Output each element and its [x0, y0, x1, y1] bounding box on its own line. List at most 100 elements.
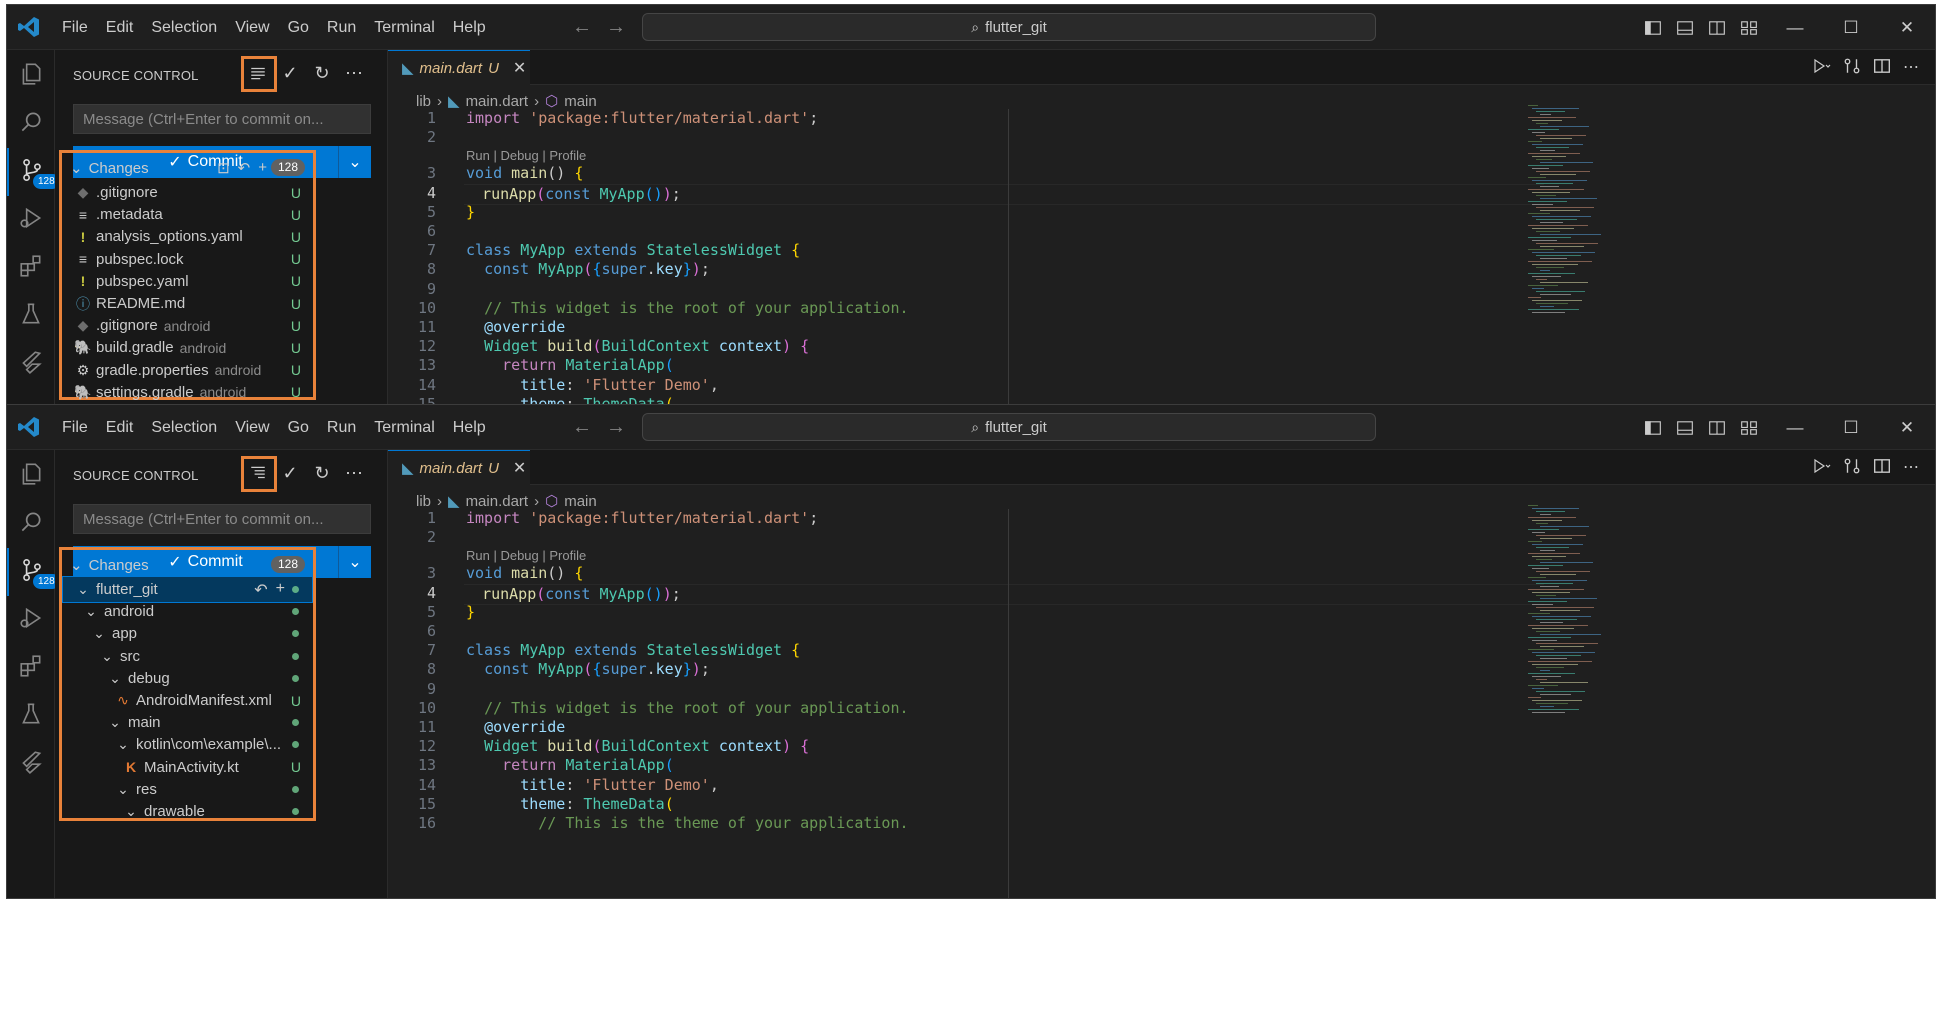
exclamation-file-icon: !	[80, 228, 86, 245]
activity-flutter[interactable]	[7, 340, 55, 388]
list-item[interactable]: 🐘 settings.gradle android U	[62, 379, 313, 406]
discard-icon[interactable]: ↶	[254, 580, 267, 600]
minimap[interactable]	[1528, 505, 1601, 715]
more-actions-icon[interactable]: ⋯	[341, 60, 367, 86]
menu-edit[interactable]: Edit	[97, 413, 143, 443]
stage-icon[interactable]: +	[276, 580, 285, 600]
compare-icon[interactable]	[1843, 57, 1861, 80]
activity-testing[interactable]	[7, 292, 55, 340]
minimap[interactable]	[1528, 105, 1601, 315]
layout-sidebar-icon[interactable]	[1642, 417, 1664, 439]
menu-file[interactable]: File	[53, 13, 97, 43]
layout-panel-icon[interactable]	[1674, 417, 1696, 439]
activity-files[interactable]	[7, 452, 55, 500]
maximize-icon[interactable]: ☐	[1823, 405, 1879, 450]
commit-dropdown-button[interactable]: ⌄	[338, 146, 371, 178]
discard-all-icon[interactable]: ↶	[238, 159, 251, 177]
close-window-icon[interactable]: ✕	[1879, 405, 1935, 450]
code-token: ;	[671, 584, 681, 603]
minimize-icon[interactable]: —	[1767, 405, 1823, 450]
changes-group-header[interactable]: ⌄ Changes ⊡ ↶ +128	[62, 157, 313, 179]
tab-main-dart[interactable]: ◣ main.dart U ✕	[388, 50, 530, 85]
command-center-search[interactable]: ⌕ flutter_git	[642, 413, 1376, 441]
menu-terminal[interactable]: Terminal	[365, 413, 443, 443]
split-editor-icon[interactable]	[1873, 457, 1891, 480]
code-token: import	[466, 109, 521, 127]
activity-flutter[interactable]	[7, 740, 55, 788]
breadcrumb-folder[interactable]: lib	[416, 93, 431, 110]
commit-check-icon[interactable]: ✓	[277, 460, 303, 486]
menu-go[interactable]: Go	[279, 13, 318, 43]
forward-arrow-icon[interactable]: →	[606, 16, 626, 38]
run-icon[interactable]	[1811, 457, 1831, 480]
menu-edit[interactable]: Edit	[97, 13, 143, 43]
stage-all-icon[interactable]: +	[258, 159, 267, 177]
minimap-line	[1536, 171, 1590, 172]
tab-main-dart[interactable]: ◣ main.dart U ✕	[388, 450, 530, 485]
activity-testing[interactable]	[7, 692, 55, 740]
activity-extensions[interactable]	[7, 644, 55, 692]
breadcrumb-file[interactable]: main.dart	[466, 493, 529, 510]
minimize-icon[interactable]: —	[1767, 5, 1823, 50]
layout-secondary-icon[interactable]	[1706, 17, 1728, 39]
menu-go[interactable]: Go	[279, 413, 318, 443]
close-window-icon[interactable]: ✕	[1879, 5, 1935, 50]
menu-view[interactable]: View	[226, 413, 278, 443]
menu-file[interactable]: File	[53, 413, 97, 443]
refresh-icon[interactable]: ↻	[309, 60, 335, 86]
activity-source-control[interactable]: 128	[7, 148, 60, 196]
code-lens[interactable]: Run | Debug | Profile	[466, 148, 586, 163]
breadcrumb-folder[interactable]: lib	[416, 493, 431, 510]
maximize-icon[interactable]: ☐	[1823, 5, 1879, 50]
split-editor-icon[interactable]	[1873, 57, 1891, 80]
commit-check-icon[interactable]: ✓	[277, 60, 303, 86]
layout-customize-icon[interactable]	[1738, 17, 1760, 39]
changes-group-header[interactable]: ⌄ Changes 128	[62, 554, 313, 576]
close-icon[interactable]: ✕	[513, 458, 526, 478]
commit-message-input[interactable]: Message (Ctrl+Enter to commit on...	[73, 104, 371, 134]
layout-customize-icon[interactable]	[1738, 417, 1760, 439]
activity-search[interactable]	[7, 100, 55, 148]
code-token: :	[565, 794, 584, 813]
commit-message-input[interactable]: Message (Ctrl+Enter to commit on...	[73, 504, 371, 534]
open-changes-icon[interactable]: ⊡	[217, 159, 230, 177]
more-actions-icon[interactable]: ⋯	[1903, 57, 1919, 80]
back-arrow-icon[interactable]: ←	[572, 416, 592, 438]
menu-selection[interactable]: Selection	[142, 413, 226, 443]
layout-secondary-icon[interactable]	[1706, 417, 1728, 439]
more-actions-icon[interactable]: ⋯	[1903, 457, 1919, 480]
commit-dropdown-button[interactable]: ⌄	[338, 546, 371, 578]
menu-run[interactable]: Run	[318, 413, 365, 443]
menu-terminal[interactable]: Terminal	[365, 13, 443, 43]
more-actions-icon[interactable]: ⋯	[341, 460, 367, 486]
close-icon[interactable]: ✕	[513, 58, 526, 78]
layout-panel-icon[interactable]	[1674, 17, 1696, 39]
forward-arrow-icon[interactable]: →	[606, 416, 626, 438]
back-arrow-icon[interactable]: ←	[572, 16, 592, 38]
activity-files[interactable]	[7, 52, 55, 100]
menu-help[interactable]: Help	[444, 413, 495, 443]
activity-run-debug[interactable]	[7, 196, 55, 244]
command-center-search[interactable]: ⌕ flutter_git	[642, 13, 1376, 41]
list-item[interactable]: ⌄ drawable	[62, 798, 313, 825]
refresh-icon[interactable]: ↻	[309, 460, 335, 486]
activity-extensions[interactable]	[7, 244, 55, 292]
menu-help[interactable]: Help	[444, 13, 495, 43]
code-lens[interactable]: Run | Debug | Profile	[466, 548, 586, 563]
menu-run[interactable]: Run	[318, 13, 365, 43]
breadcrumb-file[interactable]: main.dart	[466, 93, 529, 110]
breadcrumb-symbol[interactable]: main	[564, 493, 597, 510]
activity-search[interactable]	[7, 500, 55, 548]
code-token: )	[691, 660, 701, 679]
activity-run-debug[interactable]	[7, 596, 55, 644]
compare-icon[interactable]	[1843, 457, 1861, 480]
layout-sidebar-icon[interactable]	[1642, 17, 1664, 39]
activity-source-control[interactable]: 128	[7, 548, 60, 596]
gradle-file-icon: 🐘	[74, 339, 92, 356]
menu-selection[interactable]: Selection	[142, 13, 226, 43]
run-icon[interactable]	[1811, 57, 1831, 80]
breadcrumb-symbol[interactable]: main	[564, 93, 597, 110]
vertical-scrollbar[interactable]	[1923, 502, 1935, 882]
menu-view[interactable]: View	[226, 13, 278, 43]
code-token: title	[520, 375, 566, 394]
